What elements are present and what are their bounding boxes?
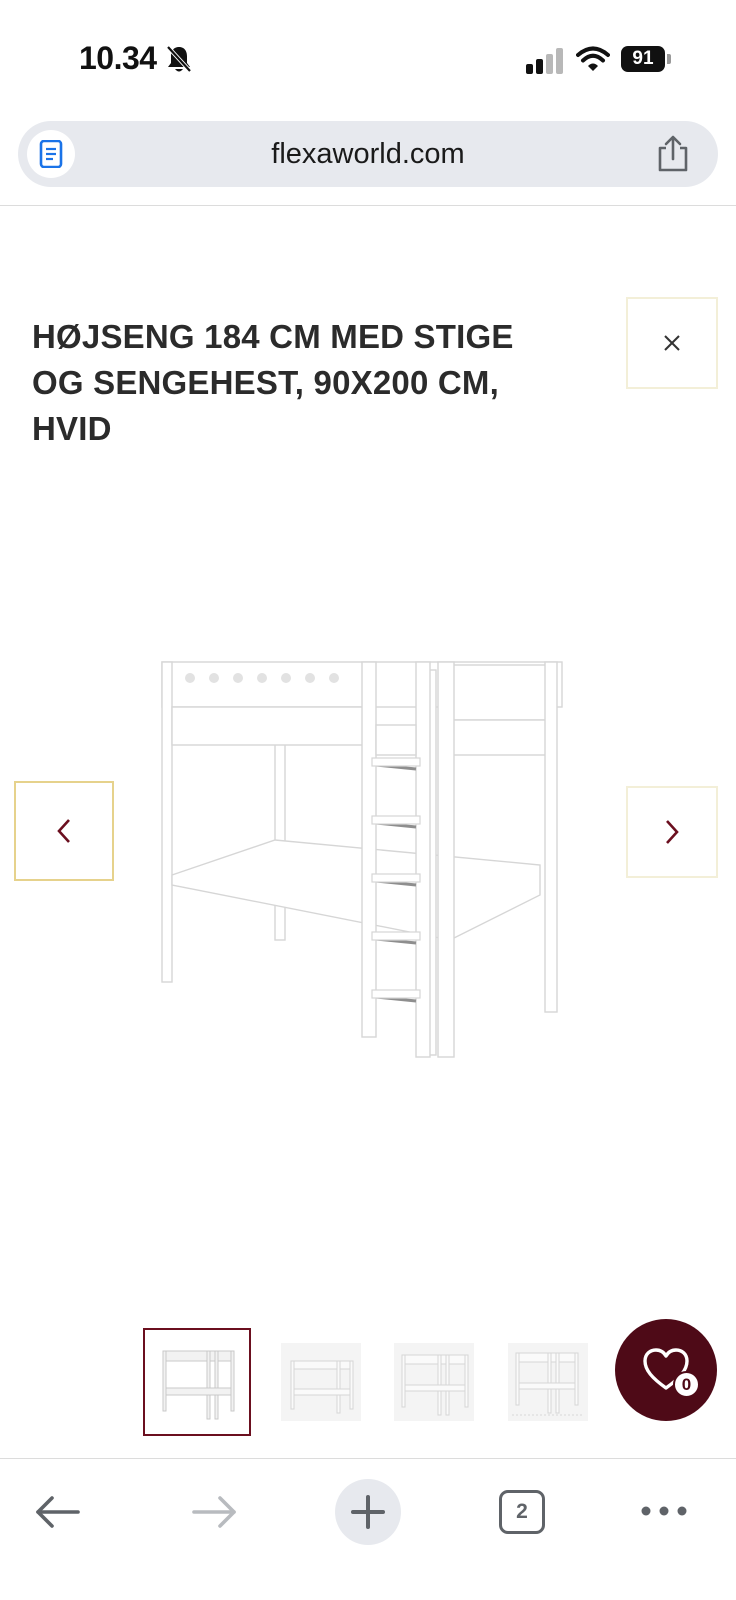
thumbnail-image [394,1343,474,1421]
plus-icon [351,1495,385,1529]
battery-tip [667,54,671,64]
wifi-icon [576,46,610,71]
battery-indicator: 91 [621,46,671,72]
new-tab-button[interactable] [335,1479,401,1545]
product-image [161,661,563,1058]
close-button[interactable] [626,297,718,389]
battery-level: 91 [621,46,665,72]
wishlist-button[interactable] [615,1319,717,1421]
thumbnail-4[interactable] [494,1328,602,1436]
signal-icon [526,48,563,74]
back-arrow-icon[interactable] [34,1494,82,1530]
bell-slash-icon [166,45,192,73]
previous-image-button[interactable] [14,781,114,881]
chevron-right-icon [666,820,679,844]
thumbnail-1[interactable] [143,1328,251,1436]
forward-arrow-icon[interactable] [190,1494,238,1530]
share-icon[interactable] [655,135,691,173]
address-bar[interactable]: flexaworld.com [18,121,718,187]
product-title: HØJSENG 184 CM MED STIGE OG SENGEHEST, 9… [32,318,514,447]
status-bar: 10.34 91 [0,0,736,110]
thumbnail-image [508,1343,588,1421]
status-time: 10.34 [79,40,157,76]
next-image-button[interactable] [626,786,718,878]
close-icon [664,335,680,351]
thumbnail-3[interactable] [380,1328,488,1436]
more-menu-icon[interactable] [640,1499,688,1523]
wishlist-count-badge: 0 [673,1371,700,1398]
thumbnail-image [157,1343,237,1421]
thumbnail-2[interactable] [267,1328,375,1436]
chevron-left-icon [57,819,70,843]
thumbnail-image [281,1343,361,1421]
browser-divider [0,205,736,206]
url-text[interactable]: flexaworld.com [18,138,718,171]
browser-toolbar: 2 [0,1459,736,1600]
tab-switcher-button[interactable]: 2 [499,1490,545,1534]
